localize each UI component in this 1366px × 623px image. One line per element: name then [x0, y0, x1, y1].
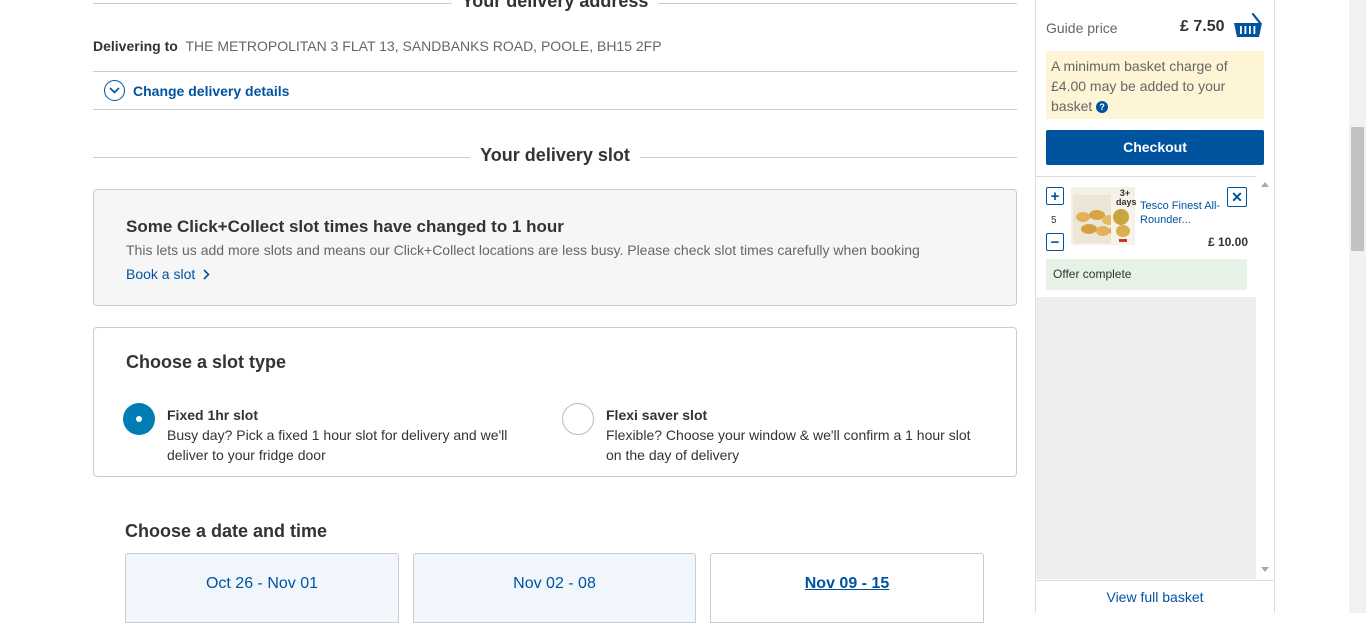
- scroll-up-icon[interactable]: [1261, 181, 1269, 187]
- change-delivery-label: Change delivery details: [133, 82, 290, 99]
- slot-heading: Your delivery slot: [0, 145, 1110, 166]
- min-charge-text: A minimum basket charge of £4.00 may be …: [1051, 58, 1228, 114]
- increase-qty-button[interactable]: +: [1046, 187, 1064, 205]
- decrease-qty-button[interactable]: −: [1046, 233, 1064, 251]
- basket-icon[interactable]: [1232, 12, 1264, 40]
- help-icon[interactable]: ?: [1096, 101, 1109, 114]
- product-price: £ 10.00: [1207, 235, 1248, 249]
- flexi-slot-radio[interactable]: [562, 403, 594, 435]
- remove-item-button[interactable]: ✕: [1227, 187, 1247, 207]
- book-slot-label: Book a slot: [126, 266, 196, 282]
- chevron-right-icon: [203, 268, 210, 280]
- fixed-slot-title: Fixed 1hr slot: [167, 407, 259, 423]
- basket-empty-area: [1036, 297, 1256, 579]
- address-divider-top: [93, 71, 1017, 72]
- chevron-down-icon: [104, 80, 125, 101]
- page-scrollbar-thumb[interactable]: [1351, 127, 1364, 251]
- delivery-address-text: THE METROPOLITAN 3 FLAT 13, SANDBANKS RO…: [185, 38, 662, 54]
- book-slot-link[interactable]: Book a slot: [126, 266, 210, 282]
- guide-price-value: £ 7.50: [1180, 18, 1225, 35]
- basket-sidebar: Guide price £ 7.50 A minimum basket char…: [1035, 0, 1275, 613]
- click-collect-notice: Some Click+Collect slot times have chang…: [93, 189, 1017, 306]
- basket-scrollbar[interactable]: [1256, 176, 1274, 580]
- notice-title: Some Click+Collect slot times have chang…: [126, 217, 564, 236]
- basket-items-list: + 5 − 3+ days Tesco Finest All-Rounder..…: [1036, 176, 1256, 297]
- item-quantity: 5: [1051, 215, 1057, 226]
- main-content: Your delivery address Delivering to THE …: [0, 0, 1035, 623]
- guide-price-label: Guide price: [1046, 20, 1118, 36]
- flexi-slot-option[interactable]: Flexi saver slot Flexible? Choose your w…: [562, 403, 986, 465]
- fixed-slot-desc: Busy day? Pick a fixed 1 hour slot for d…: [167, 427, 508, 463]
- checkout-button[interactable]: Checkout: [1046, 130, 1264, 165]
- delivering-to-label: Delivering to: [93, 38, 178, 54]
- fixed-slot-option[interactable]: Fixed 1hr slot Busy day? Pick a fixed 1 …: [123, 403, 527, 465]
- flexi-slot-title: Flexi saver slot: [606, 407, 708, 423]
- min-charge-notice: A minimum basket charge of £4.00 may be …: [1046, 51, 1264, 119]
- change-delivery-link[interactable]: Change delivery details: [104, 80, 289, 101]
- delivering-to-row: Delivering to THE METROPOLITAN 3 FLAT 13…: [93, 38, 662, 54]
- slot-type-panel: Choose a slot type Fixed 1hr slot Busy d…: [93, 327, 1017, 477]
- offer-status: Offer complete: [1046, 259, 1247, 290]
- address-heading: Your delivery address: [0, 0, 1110, 12]
- scroll-down-icon[interactable]: [1261, 567, 1269, 573]
- notice-text: This lets us add more slots and means ou…: [126, 242, 920, 258]
- product-name[interactable]: Tesco Finest All-Rounder...: [1140, 199, 1226, 227]
- date-time-title: Choose a date and time: [125, 521, 328, 541]
- flexi-slot-desc: Flexible? Choose your window & we'll con…: [606, 427, 971, 463]
- view-full-basket-link[interactable]: View full basket: [1036, 580, 1274, 613]
- slot-type-title: Choose a slot type: [126, 352, 287, 372]
- page-scrollbar[interactable]: [1349, 0, 1366, 613]
- fixed-slot-radio[interactable]: [123, 403, 155, 435]
- freshness-badge: 3+ days: [1116, 188, 1137, 207]
- address-divider-bottom: [93, 109, 1017, 110]
